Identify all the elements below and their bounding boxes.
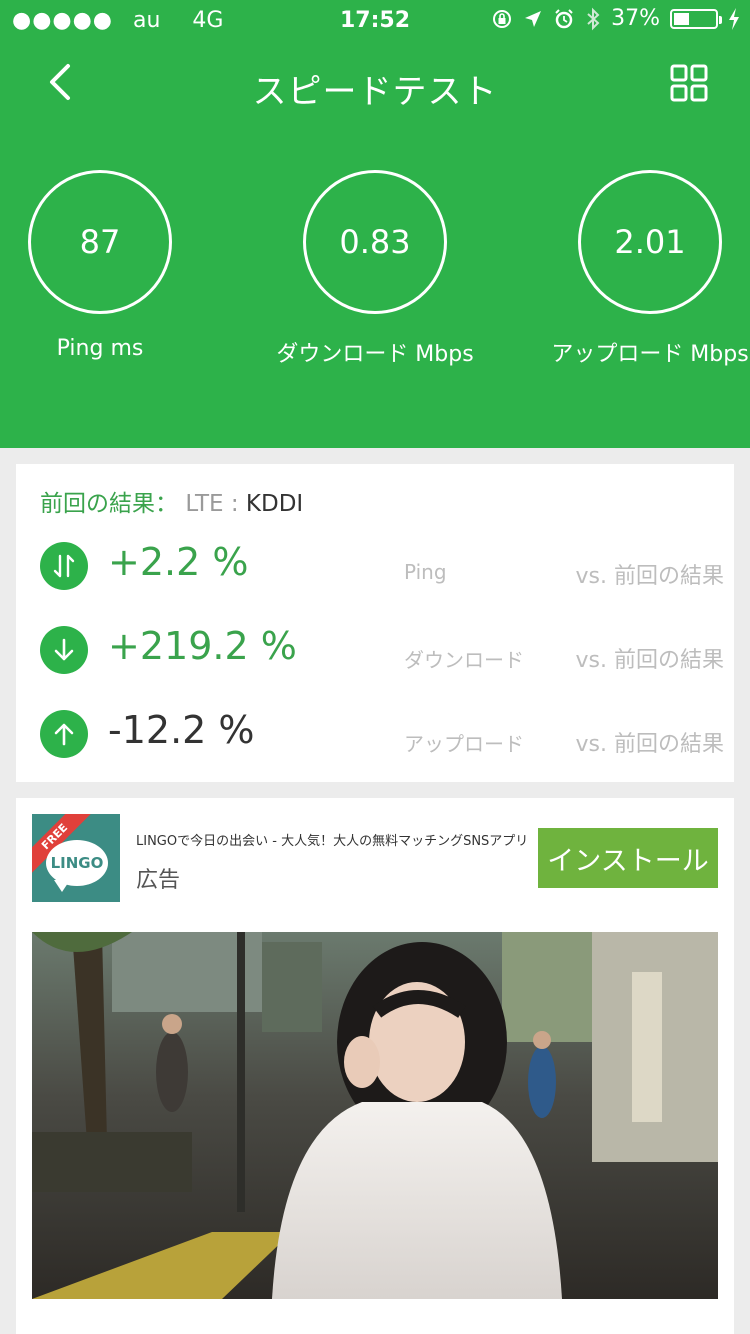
ad-description[interactable]: LINGOで今日の出会い - 大人気！大人の無料マッチングSNSアプリ — [136, 830, 528, 849]
results-operator: KDDI — [245, 491, 304, 517]
download-compare-text: vs. 前回の結果 — [575, 648, 724, 673]
grid-menu-icon[interactable] — [670, 64, 708, 102]
ad-app-logo[interactable]: FREE LINGO — [32, 814, 120, 902]
download-label: ダウンロード Mbps — [276, 342, 474, 367]
results-heading: 前回の結果： LTE : KDDI — [40, 484, 303, 518]
ping-label: Ping ms — [56, 336, 144, 361]
ping-compare-text: vs. 前回の結果 — [575, 564, 724, 589]
ad-image[interactable] — [32, 932, 718, 1299]
status-bar: ●●●●● au 4G 17:52 37% — [0, 0, 750, 40]
battery-icon — [670, 8, 722, 29]
orientation-lock-icon — [493, 9, 512, 28]
ping-change-percent: +2.2 % — [108, 540, 249, 584]
location-icon — [525, 10, 542, 27]
navigation-bar: スピードテスト — [0, 44, 750, 124]
results-network-type: LTE : — [185, 491, 239, 517]
ping-arrows-icon — [40, 542, 88, 590]
page-title: スピードテスト — [252, 72, 498, 112]
upload-value: 2.01 — [578, 170, 722, 314]
speedtest-header: ●●●●● au 4G 17:52 37% スピードテスト 87 Ping ms… — [0, 0, 750, 448]
upload-compare-text: vs. 前回の結果 — [575, 732, 724, 757]
ad-card[interactable]: FREE LINGO LINGOで今日の出会い - 大人気！大人の無料マッチング… — [16, 798, 734, 1334]
download-arrow-icon — [40, 626, 88, 674]
alarm-icon — [555, 8, 573, 28]
upload-arrow-icon — [40, 710, 88, 758]
ad-label: 広告 — [136, 868, 181, 893]
ping-value: 87 — [28, 170, 172, 314]
charging-icon — [729, 7, 739, 30]
ping-comparison-label: Ping — [404, 560, 447, 584]
bluetooth-icon — [587, 7, 600, 30]
install-button[interactable]: インストール — [538, 828, 718, 888]
upload-change-percent: -12.2 % — [108, 708, 255, 752]
download-comparison-label: ダウンロード — [404, 648, 524, 672]
download-comparison-row: +219.2 % ダウンロード vs. 前回の結果 — [16, 620, 734, 680]
upload-metric: 2.01 アップロード Mbps — [520, 170, 750, 368]
ping-metric: 87 Ping ms — [0, 170, 230, 361]
results-heading-label: 前回の結果： — [40, 491, 178, 517]
download-metric: 0.83 ダウンロード Mbps — [245, 170, 505, 368]
battery-percent: 37% — [611, 6, 660, 31]
upload-comparison-label: アップロード — [404, 732, 524, 756]
previous-results-card: 前回の結果： LTE : KDDI +2.2 % Ping vs. 前回の結果 … — [16, 464, 734, 782]
upload-comparison-row: -12.2 % アップロード vs. 前回の結果 — [16, 704, 734, 764]
download-value: 0.83 — [303, 170, 447, 314]
upload-label: アップロード Mbps — [551, 342, 749, 367]
download-change-percent: +219.2 % — [108, 624, 297, 668]
ping-comparison-row: +2.2 % Ping vs. 前回の結果 — [16, 536, 734, 596]
speech-bubble-tail — [54, 880, 70, 892]
